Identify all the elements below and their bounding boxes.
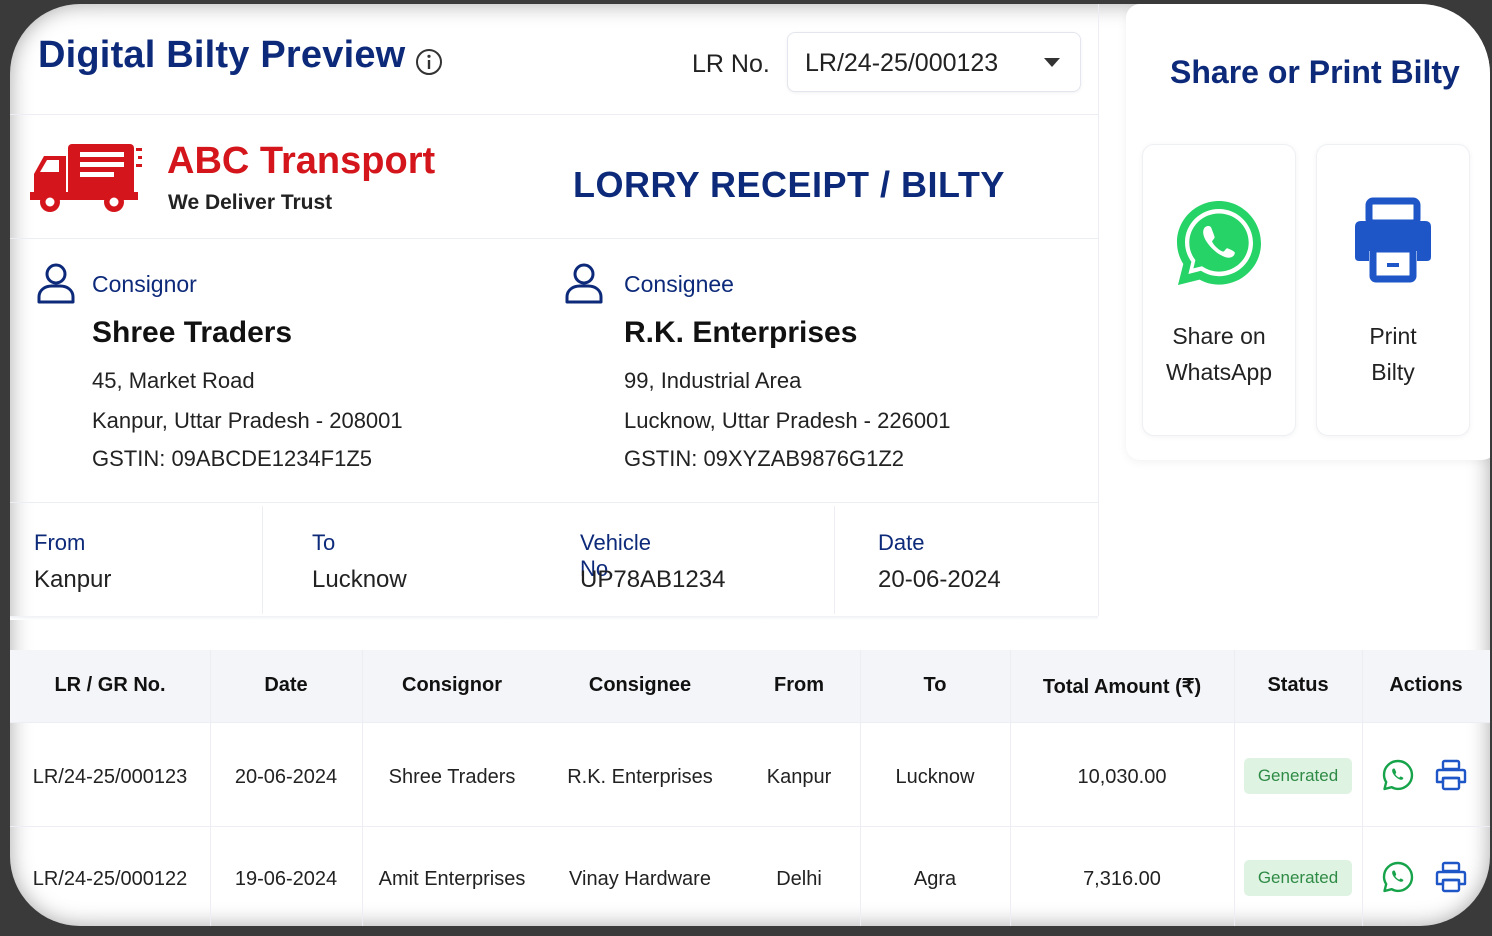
cell-from: Kanpur [766, 766, 832, 788]
date-value: 20-06-2024 [878, 566, 1001, 593]
whatsapp-icon [1177, 201, 1261, 285]
from-label: From [34, 530, 86, 555]
whatsapp-icon[interactable] [1381, 758, 1415, 792]
date-label: Date [878, 530, 925, 555]
cell-date: 19-06-2024 [234, 868, 338, 890]
divider [834, 506, 835, 614]
document-title: LORRY RECEIPT / BILTY [573, 164, 1005, 205]
vehicle-value: UP78AB1234 [580, 566, 726, 593]
column-header-status[interactable]: Status [1234, 674, 1362, 697]
cell-from: Delhi [776, 868, 822, 890]
divider [1098, 4, 1099, 616]
consignor-gstin: GSTIN: 09ABCDE1234F1Z5 [92, 446, 373, 471]
divider [10, 502, 1098, 503]
divider [10, 722, 1490, 723]
cell-total-amount: 10,030.00 [1077, 766, 1167, 788]
cell-lr-number: LR/24-25/000122 [32, 868, 188, 890]
cell-to: Lucknow [895, 766, 975, 788]
cell-consignor: Amit Enterprises [378, 868, 526, 890]
brand-tagline: We Deliver Trust [168, 191, 333, 214]
table-header-row: LR / GR No. Date Consignor Consignee Fro… [10, 650, 1490, 722]
divider [1234, 650, 1235, 926]
printer-icon[interactable] [1434, 758, 1468, 792]
from-value: Kanpur [34, 566, 112, 593]
print-label-line1: Print [1369, 323, 1417, 349]
brand-name: ABC Transport [167, 140, 436, 182]
column-header-consignee[interactable]: Consignee [542, 674, 738, 697]
consignee-address-line2: Lucknow, Uttar Pradesh - 226001 [624, 408, 951, 433]
app-frame: Digital Bilty Preview LR No. LR/24-25/00… [10, 4, 1490, 926]
consignee-label: Consignee [624, 271, 734, 297]
to-value: Lucknow [312, 566, 407, 593]
print-bilty-button[interactable]: Print Bilty [1316, 144, 1470, 436]
column-header-to[interactable]: To [860, 674, 1010, 697]
page-title: Digital Bilty Preview [38, 34, 406, 76]
consignor-address-line2: Kanpur, Uttar Pradesh - 208001 [92, 408, 403, 433]
cell-total-amount: 7,316.00 [1083, 868, 1161, 890]
divider [10, 826, 1490, 827]
consignor-address-line1: 45, Market Road [92, 368, 255, 393]
divider [10, 114, 1098, 115]
consignee-name: R.K. Enterprises [624, 316, 858, 349]
whatsapp-icon[interactable] [1381, 860, 1415, 894]
cell-consignee: Vinay Hardware [569, 868, 711, 890]
printer-icon [1355, 197, 1431, 283]
truck-logo-icon [30, 144, 142, 212]
column-header-total-amount[interactable]: Total Amount (₹) [1010, 674, 1234, 699]
whatsapp-label-line1: Share on [1172, 323, 1266, 349]
lr-number-select[interactable]: LR/24-25/000123 [787, 32, 1081, 92]
divider [262, 506, 263, 614]
divider [10, 238, 1098, 239]
share-panel-title: Share or Print Bilty [1170, 54, 1460, 90]
column-header-date[interactable]: Date [210, 674, 362, 697]
whatsapp-label-line2: WhatsApp [1165, 359, 1273, 385]
column-header-actions: Actions [1389, 674, 1463, 696]
column-header-from[interactable]: From [738, 674, 860, 697]
to-label: To [312, 530, 336, 555]
printer-icon[interactable] [1434, 860, 1468, 894]
cell-date: 20-06-2024 [234, 766, 338, 788]
cell-consignor: Shree Traders [388, 766, 516, 788]
column-header-lr-number[interactable]: LR / GR No. [10, 674, 210, 697]
consignee-address-line1: 99, Industrial Area [624, 368, 802, 393]
cell-lr-number: LR/24-25/000123 [32, 766, 188, 788]
status-badge: Generated [1244, 758, 1352, 794]
consignee-gstin: GSTIN: 09XYZAB9876G1Z2 [624, 446, 905, 471]
cell-consignee: R.K. Enterprises [567, 766, 713, 788]
cell-to: Agra [913, 868, 957, 890]
share-whatsapp-button[interactable]: Share on WhatsApp [1142, 144, 1296, 436]
lr-number-selected-value: LR/24-25/000123 [805, 49, 999, 77]
user-icon [565, 263, 603, 304]
consignor-name: Shree Traders [92, 316, 293, 349]
print-label-line2: Bilty [1371, 359, 1415, 385]
status-badge: Generated [1244, 860, 1352, 896]
column-header-consignor[interactable]: Consignor [362, 674, 542, 697]
info-icon[interactable] [415, 48, 443, 76]
divider [1362, 650, 1363, 926]
consignor-label: Consignor [92, 271, 197, 297]
chevron-down-icon [1044, 58, 1060, 67]
card-bottom-shadow [10, 616, 1098, 620]
lr-number-label: LR No. [692, 50, 770, 78]
user-icon [37, 263, 75, 304]
